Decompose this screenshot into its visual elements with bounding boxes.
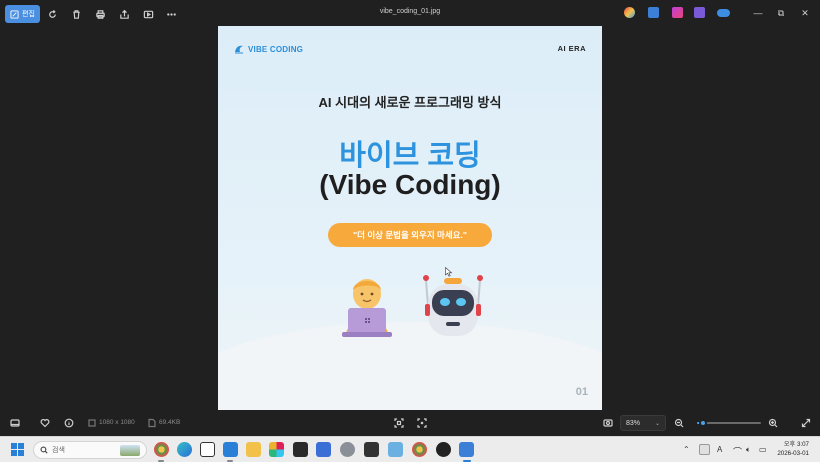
volume-icon[interactable]: 🔈︎ bbox=[746, 445, 751, 455]
clock-time: 오후 3:07 bbox=[783, 441, 809, 448]
zoom-slider-thumb[interactable] bbox=[699, 419, 708, 427]
fullscreen-icon[interactable] bbox=[800, 417, 812, 429]
brand-text: VIBE CODING bbox=[248, 44, 304, 54]
more-icon[interactable] bbox=[165, 8, 177, 20]
compare-view-icon[interactable] bbox=[602, 417, 614, 429]
settings-icon[interactable] bbox=[340, 442, 355, 457]
image-brand: VIBE CODING bbox=[234, 44, 303, 54]
photos-taskbar-icon[interactable] bbox=[459, 442, 474, 457]
favorite-heart-icon[interactable] bbox=[39, 417, 51, 429]
person-with-laptop-illustration bbox=[342, 279, 392, 337]
zoom-out-icon[interactable] bbox=[673, 417, 685, 429]
chevron-down-icon: ⌄ bbox=[654, 420, 660, 427]
taskbar: 검색 ⌃ A ⌒ 🔈︎ ▭ 오후 3:07 2026-03-01 bbox=[0, 436, 820, 462]
info-icon[interactable] bbox=[63, 417, 75, 429]
file-size-icon bbox=[146, 417, 158, 429]
terminal-icon[interactable] bbox=[364, 442, 379, 457]
zoom-level-value: 83% bbox=[626, 419, 641, 427]
dimensions-icon bbox=[86, 417, 98, 429]
battery-icon[interactable]: ▭ bbox=[759, 445, 767, 454]
photo-viewer-window: 편집 vibe_coding_01.jpg — ⧉ ✕ VIBE CODING … bbox=[0, 0, 820, 436]
file-name: vibe_coding_01.jpg bbox=[379, 8, 441, 15]
taskbar-search[interactable]: 검색 bbox=[33, 441, 147, 459]
status-bar: 1080 x 1080 69.4KB 83% ⌄ bbox=[0, 410, 820, 436]
designer-icon[interactable] bbox=[694, 7, 705, 18]
vscode-icon[interactable] bbox=[223, 442, 238, 457]
tray-app-icon[interactable] bbox=[699, 444, 710, 455]
file-explorer-icon[interactable] bbox=[246, 442, 261, 457]
file-size: 69.4KB bbox=[159, 419, 181, 426]
start-button[interactable] bbox=[11, 443, 24, 456]
filmstrip-icon[interactable] bbox=[9, 417, 21, 429]
corner-label: AI ERA bbox=[557, 44, 586, 53]
page-number: 01 bbox=[575, 386, 588, 398]
share-icon[interactable] bbox=[118, 8, 130, 20]
zoom-in-icon[interactable] bbox=[767, 417, 779, 429]
clipchamp-icon[interactable] bbox=[672, 7, 683, 18]
show-hidden-icons-icon[interactable]: ⌃ bbox=[683, 445, 690, 454]
slideshow-icon[interactable] bbox=[142, 8, 154, 20]
wifi-icon[interactable]: ⌒ bbox=[733, 445, 742, 458]
search-highlight-image bbox=[120, 445, 140, 456]
remote-desktop-icon[interactable] bbox=[388, 442, 403, 457]
fit-to-window-icon[interactable] bbox=[393, 417, 405, 429]
quote-pill: "더 이상 문법을 외우지 마세요." bbox=[328, 223, 492, 247]
robot-illustration bbox=[423, 275, 483, 336]
chrome-profile-icon[interactable] bbox=[412, 442, 427, 457]
image-title: 바이브 코딩 bbox=[339, 140, 481, 172]
image-ground-shape bbox=[218, 322, 602, 410]
rotate-icon[interactable] bbox=[46, 8, 58, 20]
top-toolbar: 편집 vibe_coding_01.jpg — ⧉ ✕ bbox=[0, 0, 820, 28]
actual-size-icon[interactable] bbox=[416, 417, 428, 429]
search-placeholder: 검색 bbox=[52, 447, 65, 454]
delete-icon[interactable] bbox=[70, 8, 82, 20]
search-icon bbox=[40, 446, 48, 454]
image-title-english: (Vibe Coding) bbox=[319, 169, 501, 200]
photos-app-icon[interactable] bbox=[648, 7, 659, 18]
image-subtitle: AI 시대의 새로운 프로그래밍 방식 bbox=[318, 95, 502, 110]
zoom-slider[interactable] bbox=[697, 419, 761, 427]
onedrive-icon[interactable] bbox=[717, 9, 730, 17]
cursor-editor-icon[interactable] bbox=[293, 442, 308, 457]
copilot-icon[interactable] bbox=[624, 7, 635, 18]
edge-icon[interactable] bbox=[177, 442, 192, 457]
clock-date: 2026-03-01 bbox=[777, 450, 809, 457]
restore-button[interactable]: ⧉ bbox=[773, 6, 789, 20]
zoom-level-select[interactable]: 83% ⌄ bbox=[620, 415, 666, 431]
image-dimensions: 1080 x 1080 bbox=[99, 419, 135, 426]
slack-icon[interactable] bbox=[269, 442, 284, 457]
notion-icon[interactable] bbox=[200, 442, 215, 457]
image-canvas[interactable]: VIBE CODING AI ERA AI 시대의 새로운 프로그래밍 방식 바… bbox=[218, 26, 602, 410]
chrome-icon[interactable] bbox=[154, 442, 169, 457]
ime-indicator[interactable]: A bbox=[717, 445, 722, 454]
edit-button-label: 편집 bbox=[22, 11, 35, 18]
print-icon[interactable] bbox=[94, 8, 106, 20]
close-button[interactable]: ✕ bbox=[797, 6, 813, 20]
text-editor-icon[interactable] bbox=[316, 442, 331, 457]
edit-image-icon bbox=[10, 9, 19, 19]
minimize-button[interactable]: — bbox=[750, 6, 766, 20]
github-icon[interactable] bbox=[436, 442, 451, 457]
wave-logo-icon bbox=[235, 45, 243, 54]
edit-button[interactable]: 편집 bbox=[5, 5, 40, 23]
taskbar-clock[interactable]: 오후 3:07 2026-03-01 bbox=[773, 440, 809, 458]
mouse-cursor-icon bbox=[445, 267, 453, 277]
